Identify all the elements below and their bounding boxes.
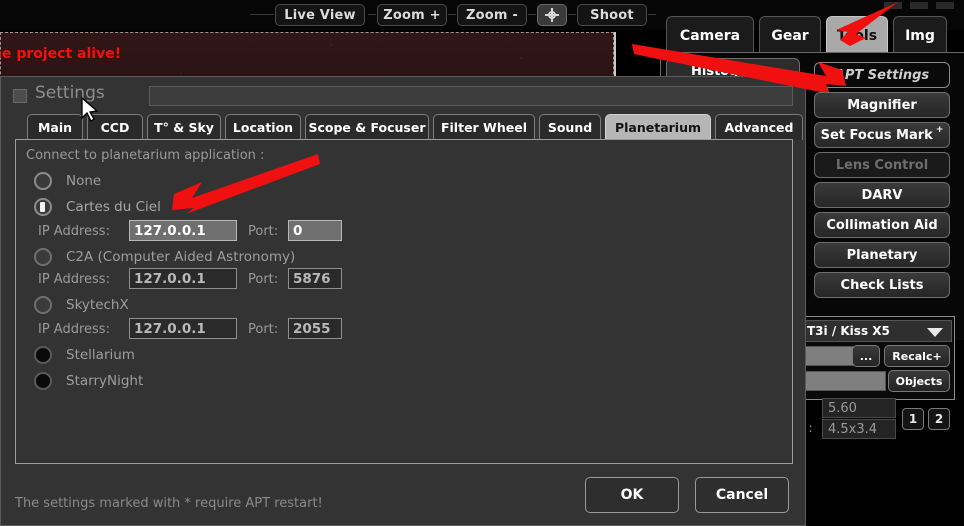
set-focus-mark-button[interactable]: Set Focus Mark + xyxy=(814,122,950,148)
dialog-title: Settings xyxy=(35,83,105,103)
window-close-button[interactable] xyxy=(936,2,954,9)
zoom-in-button[interactable]: Zoom + xyxy=(377,4,447,26)
check-lists-button[interactable]: Check Lists xyxy=(814,272,950,298)
recalc-sup: + xyxy=(932,349,942,363)
tab-scope-focuser[interactable]: Scope & Focuser xyxy=(305,114,429,140)
darv-button[interactable]: DARV xyxy=(814,182,950,208)
tab-img[interactable]: Img xyxy=(893,16,947,54)
pixel-size-value: 4.5x3.4 xyxy=(822,419,896,439)
radio-stellarium[interactable] xyxy=(34,346,52,364)
tab-tools[interactable]: Tools xyxy=(826,16,888,54)
planetary-button[interactable]: Planetary xyxy=(814,242,950,268)
radio-skytechx[interactable] xyxy=(34,296,52,314)
restart-note: The settings marked with * require APT r… xyxy=(15,496,323,511)
shoot-button[interactable]: Shoot xyxy=(577,4,647,26)
set-focus-mark-sup: + xyxy=(935,125,944,135)
tab-ccd[interactable]: CCD xyxy=(87,114,143,140)
port-label-3: Port: xyxy=(248,322,279,337)
window-minimize-button[interactable] xyxy=(884,2,902,9)
toolbar-divider xyxy=(568,14,576,15)
toolbar-divider xyxy=(648,14,656,15)
planetarium-group: Connect to planetarium application : Non… xyxy=(15,139,793,464)
port-label-2: Port: xyxy=(248,272,279,287)
ip-address-input-1[interactable]: 127.0.0.1 xyxy=(129,220,237,241)
browse-button[interactable]: ... xyxy=(852,345,880,367)
set-focus-mark-label: Set Focus Mark xyxy=(820,127,933,143)
toolbar-divider xyxy=(250,14,274,15)
tab-camera[interactable]: Camera xyxy=(666,16,754,54)
tab-location[interactable]: Location xyxy=(225,114,301,140)
ip-address-label-3: IP Address: xyxy=(38,322,110,337)
ip-address-input-2[interactable]: 127.0.0.1 xyxy=(129,268,237,289)
crosshair-target-button[interactable] xyxy=(537,4,567,26)
coordinates-input[interactable] xyxy=(802,371,886,391)
radio-c2a[interactable] xyxy=(34,248,52,266)
port-input-1[interactable]: 0 xyxy=(288,220,342,241)
tab-advanced[interactable]: Advanced xyxy=(715,114,803,140)
apt-settings-button[interactable]: APT Settings xyxy=(814,62,950,88)
magnifier-button[interactable]: Magnifier xyxy=(814,92,950,118)
right-panel-tabs: Camera Gear Tools Img xyxy=(666,16,964,54)
object-name-input[interactable] xyxy=(802,346,854,366)
radio-none-label: None xyxy=(66,173,102,189)
radio-skytechx-label: SkytechX xyxy=(66,297,129,313)
app-root: Live View Zoom + Zoom - Shoot he project… xyxy=(0,0,964,526)
radio-none[interactable] xyxy=(34,172,52,190)
focal-length-value: 5.60 xyxy=(822,398,896,418)
window-maximize-button[interactable] xyxy=(910,2,928,9)
preset-1-button[interactable]: 1 xyxy=(902,408,924,430)
camera-model-value: T3i / Kiss X5 xyxy=(807,324,890,338)
toolbar-divider xyxy=(448,14,456,15)
recalc-label: Recalc xyxy=(892,349,933,363)
preset-2-button[interactable]: 2 xyxy=(928,408,950,430)
group-label: Connect to planetarium application : xyxy=(26,148,265,163)
radio-starrynight-label: StarryNight xyxy=(66,373,144,389)
radio-stellarium-label: Stellarium xyxy=(66,347,135,363)
zoom-out-button[interactable]: Zoom - xyxy=(457,4,527,26)
radio-cartes-du-ciel[interactable] xyxy=(34,198,52,216)
tab-sound[interactable]: Sound xyxy=(539,114,601,140)
tab-filter-wheel[interactable]: Filter Wheel xyxy=(433,114,535,140)
crosshair-icon xyxy=(545,8,559,22)
toolbar-divider xyxy=(368,14,376,15)
recalc-button[interactable]: Recalc + xyxy=(884,345,950,367)
banner-text: he project alive! xyxy=(0,46,122,62)
tab-temp-sky[interactable]: T° & Sky xyxy=(147,114,221,140)
toolbar-divider xyxy=(528,14,536,15)
radio-c2a-label: C2A (Computer Aided Astronomy) xyxy=(66,249,296,265)
port-input-2[interactable]: 5876 xyxy=(288,268,342,289)
chevron-down-icon xyxy=(927,328,943,337)
port-input-3[interactable]: 2055 xyxy=(288,318,342,339)
tab-planetarium[interactable]: Planetarium xyxy=(605,114,711,140)
settings-window-icon xyxy=(13,89,27,103)
lens-control-button[interactable]: Lens Control xyxy=(814,152,950,178)
radio-starrynight[interactable] xyxy=(34,372,52,390)
ok-button[interactable]: OK xyxy=(585,477,679,513)
settings-dialog: Settings Main CCD T° & Sky Location Scop… xyxy=(0,76,806,526)
live-view-button[interactable]: Live View xyxy=(275,4,365,26)
objects-button[interactable]: Objects xyxy=(888,370,950,392)
cancel-button[interactable]: Cancel xyxy=(695,477,789,513)
radio-cartes-du-ciel-label: Cartes du Ciel xyxy=(66,199,161,215)
camera-model-select[interactable]: T3i / Kiss X5 xyxy=(802,320,952,342)
ip-address-label-2: IP Address: xyxy=(38,272,110,287)
collimation-aid-button[interactable]: Collimation Aid xyxy=(814,212,950,238)
ip-address-label-1: IP Address: xyxy=(38,224,110,239)
dialog-title-field xyxy=(149,86,793,106)
tab-main[interactable]: Main xyxy=(27,114,83,140)
port-label-1: Port: xyxy=(248,224,279,239)
ip-address-input-3[interactable]: 127.0.0.1 xyxy=(129,318,237,339)
tab-gear[interactable]: Gear xyxy=(759,16,821,54)
